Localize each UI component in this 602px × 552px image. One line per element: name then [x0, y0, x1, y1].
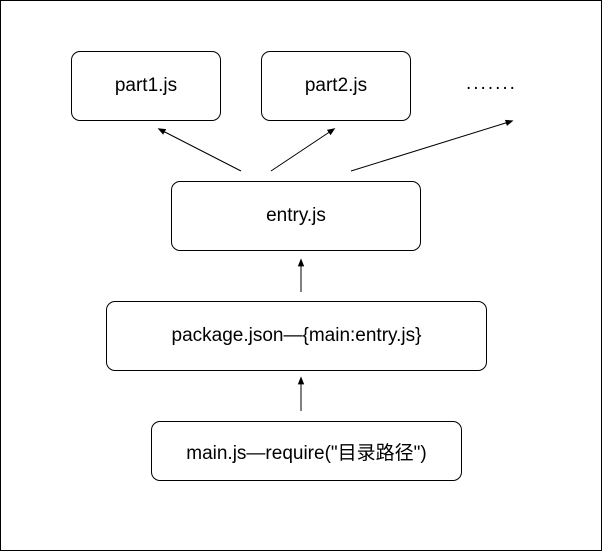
entry-label: entry.js — [266, 205, 326, 226]
flow-diagram: part1.js part2.js ....... entry.js packa… — [0, 0, 602, 551]
arrow-entry-to-more — [350, 119, 514, 172]
entry-node: entry.js — [171, 181, 421, 251]
package-json-label: package.json—{main:entry.js} — [171, 325, 422, 346]
part1-label: part1.js — [114, 75, 178, 96]
part2-node: part2.js — [261, 51, 411, 121]
arrow-entry-to-part1 — [157, 128, 242, 172]
arrow-entry-to-part2 — [270, 128, 336, 172]
part1-node: part1.js — [71, 51, 221, 121]
main-js-label: main.js—require("目录路径") — [186, 442, 427, 464]
part2-label: part2.js — [304, 75, 368, 96]
main-js-node: main.js—require("目录路径") — [151, 421, 462, 481]
more-parts-ellipsis: ....... — [466, 73, 517, 94]
package-json-node: package.json—{main:entry.js} — [106, 301, 487, 371]
